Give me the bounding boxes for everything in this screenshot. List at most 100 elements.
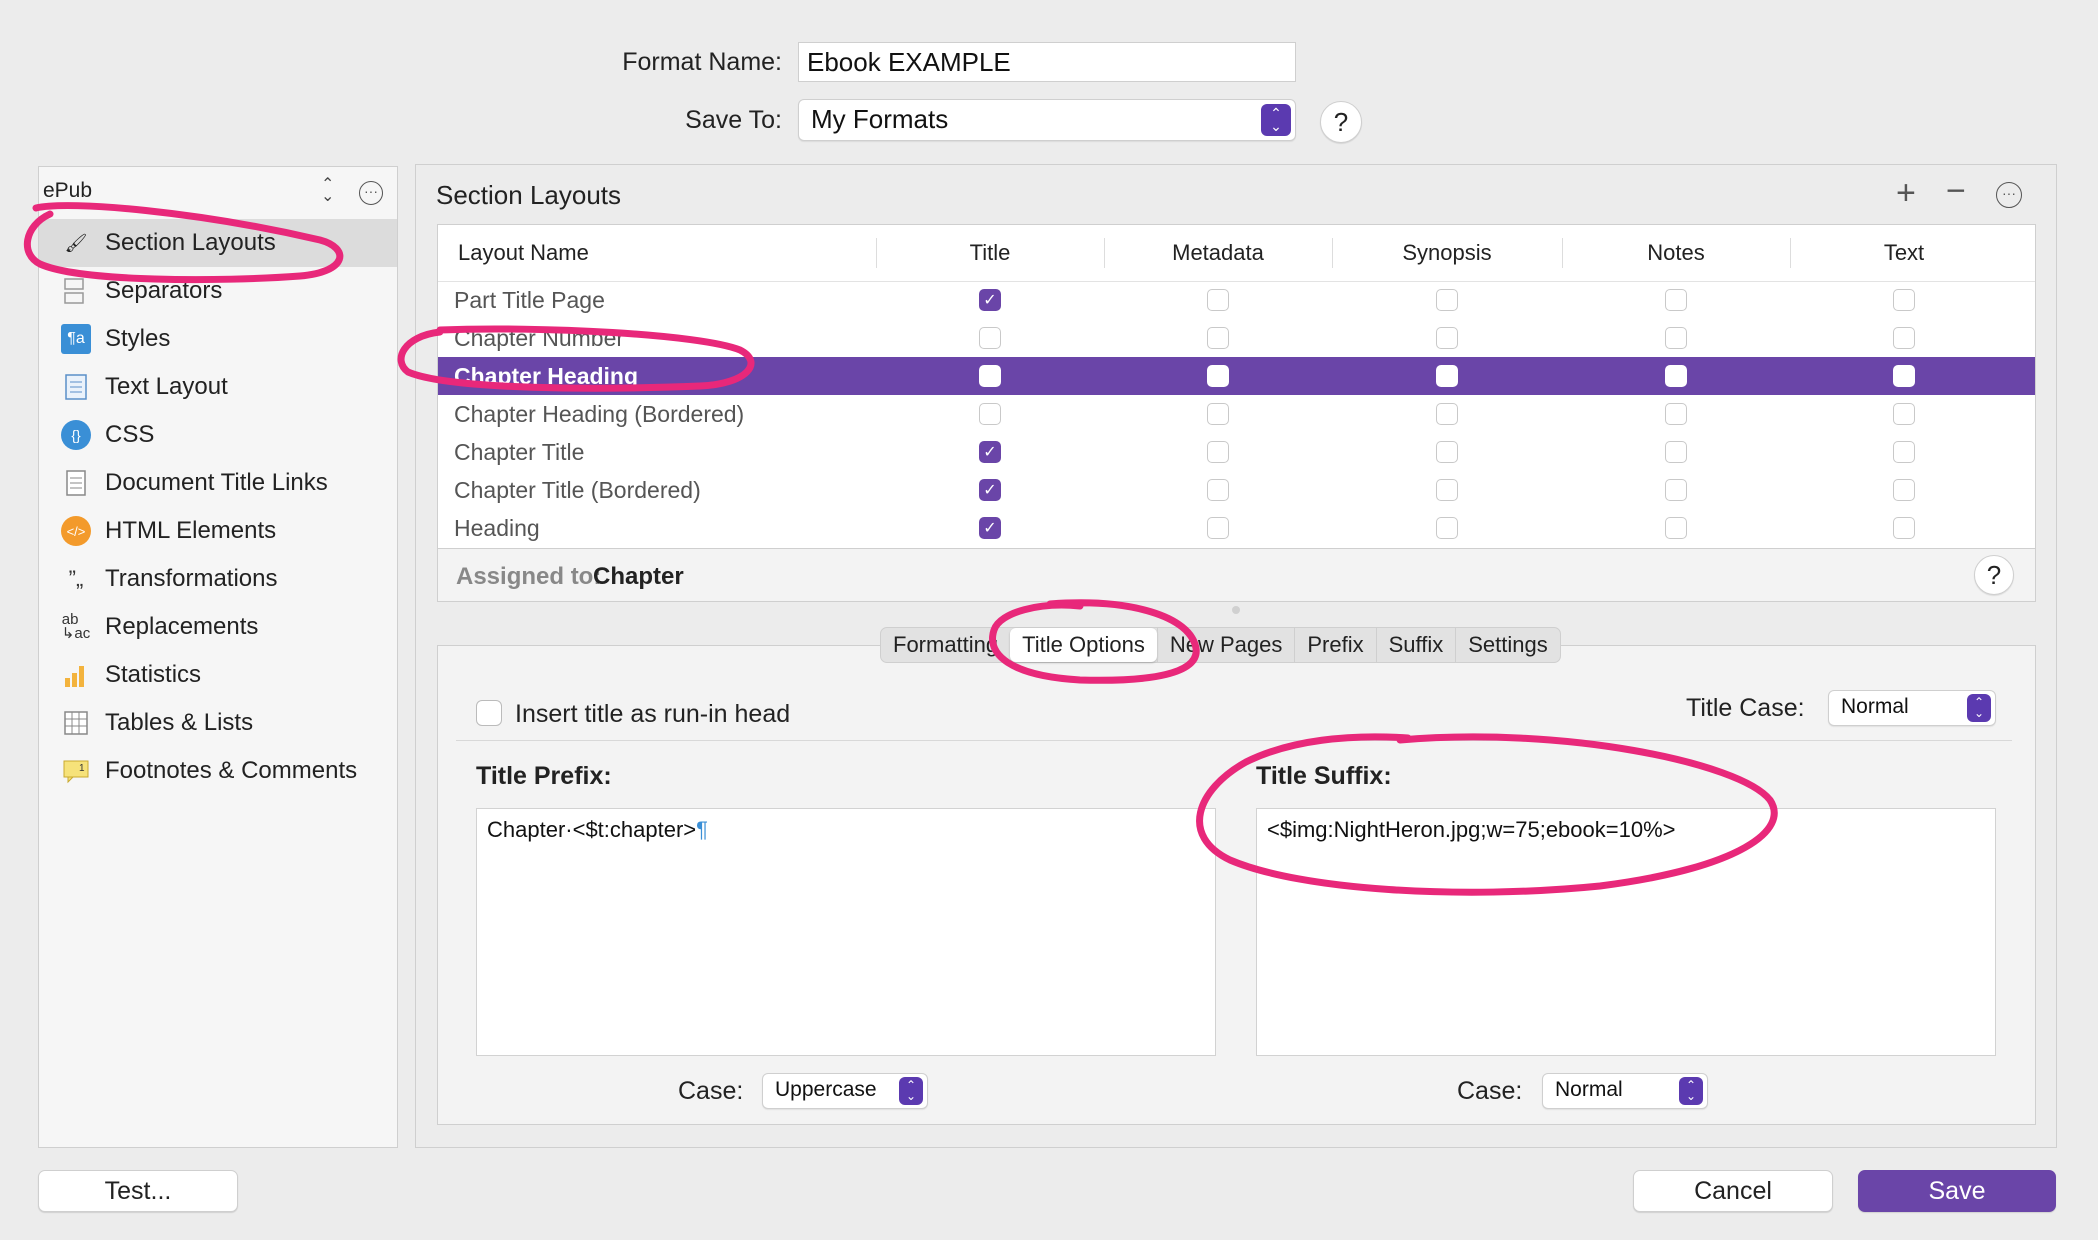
row-checkbox[interactable] [1665,365,1687,387]
save-to-popup[interactable]: My Formats ⌃ ⌄ [798,99,1296,141]
row-checkbox[interactable] [1665,517,1687,539]
row-checkbox[interactable]: ✓ [979,517,1001,539]
row-checkbox[interactable] [1207,479,1229,501]
remove-icon[interactable]: − [1946,172,1966,211]
column-header-text[interactable]: Text [1790,225,2018,281]
tab-prefix[interactable]: Prefix [1294,628,1375,662]
format-dialog: Format Name: Ebook EXAMPLE Save To: My F… [0,0,2098,1240]
row-checkbox[interactable] [1207,289,1229,311]
row-checkbox[interactable] [979,327,1001,349]
sidebar-item-replacements[interactable]: ab ↳ac Replacements [39,603,397,651]
css-icon: {} [61,420,91,450]
row-checkbox[interactable] [1436,403,1458,425]
sidebar-item-label: Replacements [105,613,259,640]
row-checkbox[interactable] [1207,441,1229,463]
table-row[interactable]: Part Title Page ✓ [438,281,2035,319]
sidebar-item-footnotes-comments[interactable]: 1 Footnotes & Comments [39,747,397,795]
table-row[interactable]: Chapter Heading (Bordered) [438,395,2035,433]
sidebar-item-label: Tables & Lists [105,709,254,736]
help-button[interactable]: ? [1320,101,1362,143]
row-checkbox[interactable] [1893,365,1915,387]
sidebar-item-html-elements[interactable]: </> HTML Elements [39,507,397,555]
row-checkbox[interactable] [1436,327,1458,349]
sidebar-item-css[interactable]: {} CSS [39,411,397,459]
row-checkbox[interactable] [1436,517,1458,539]
row-checkbox[interactable] [1893,441,1915,463]
layout-name: Chapter Number [454,325,625,351]
prefix-case-popup[interactable]: Uppercase ⌃ ⌄ [762,1073,928,1109]
sidebar-item-document-title-links[interactable]: Document Title Links [39,459,397,507]
row-checkbox[interactable] [1436,365,1458,387]
sidebar-item-section-layouts[interactable]: 🖌 Section Layouts [39,219,397,267]
format-selector[interactable]: ePub [43,179,343,209]
tab-new-pages[interactable]: New Pages [1156,628,1295,662]
row-checkbox[interactable] [1436,441,1458,463]
format-name-field[interactable]: Ebook EXAMPLE [798,42,1296,82]
column-divider [876,238,877,268]
run-in-checkbox[interactable] [476,700,502,726]
row-checkbox[interactable] [1893,289,1915,311]
sidebar-item-label: Separators [105,277,223,304]
layout-name: Part Title Page [454,287,605,313]
column-header-notes[interactable]: Notes [1562,225,1790,281]
table-row[interactable]: Chapter Heading [438,357,2035,395]
tab-settings[interactable]: Settings [1455,628,1560,662]
row-checkbox[interactable]: ✓ [979,441,1001,463]
row-checkbox[interactable] [1893,479,1915,501]
brush-icon: 🖌 [64,232,88,253]
row-checkbox[interactable] [1665,403,1687,425]
sidebar-item-styles[interactable]: ¶a Styles [39,315,397,363]
table-row[interactable]: Heading ✓ [438,509,2035,547]
row-checkbox[interactable]: ✓ [979,289,1001,311]
column-header-metadata[interactable]: Metadata [1104,225,1332,281]
row-checkbox[interactable] [979,365,1001,387]
test-button[interactable]: Test... [38,1170,238,1212]
row-checkbox[interactable] [1436,479,1458,501]
sidebar-item-label: HTML Elements [105,517,277,544]
layouts-table: Layout Name Title Metadata Synopsis Note… [437,224,2036,602]
suffix-case-popup[interactable]: Normal ⌃ ⌄ [1542,1073,1708,1109]
row-checkbox[interactable] [1207,327,1229,349]
sidebar-item-separators[interactable]: Separators [39,267,397,315]
row-checkbox[interactable] [1207,517,1229,539]
row-checkbox[interactable] [1665,479,1687,501]
tab-title-options[interactable]: Title Options [1010,628,1157,662]
column-header-title[interactable]: Title [876,225,1104,281]
table-icon [61,708,91,738]
title-prefix-textarea[interactable]: Chapter·<$t:chapter>¶ [476,808,1216,1056]
assigned-help-button[interactable]: ? [1974,555,2014,595]
footnote-icon: 1 [61,756,91,786]
table-row[interactable]: Chapter Title (Bordered) ✓ [438,471,2035,509]
sidebar-item-text-layout[interactable]: Text Layout [39,363,397,411]
table-row[interactable]: Chapter Number [438,319,2035,357]
more-options-icon[interactable]: ··· [1996,182,2022,208]
row-checkbox[interactable] [1893,517,1915,539]
row-checkbox[interactable] [1207,403,1229,425]
tab-formatting[interactable]: Formatting [881,628,1010,662]
sidebar-item-statistics[interactable]: Statistics [39,651,397,699]
sidebar-item-tables-lists[interactable]: Tables & Lists [39,699,397,747]
sidebar-item-transformations[interactable]: ”„ Transformations [39,555,397,603]
column-header-synopsis[interactable]: Synopsis [1332,225,1562,281]
title-suffix-textarea[interactable]: <$img:NightHeron.jpg;w=75;ebook=10%> [1256,808,1996,1056]
row-checkbox[interactable] [1893,403,1915,425]
split-handle[interactable] [1232,606,1240,614]
save-button[interactable]: Save [1858,1170,2056,1212]
chevron-updown-icon[interactable]: ⌃ ⌄ [321,177,334,205]
table-row[interactable]: Chapter Title ✓ [438,433,2035,471]
save-to-label: Save To: [685,106,782,134]
row-checkbox[interactable] [1665,441,1687,463]
tab-suffix[interactable]: Suffix [1375,628,1456,662]
row-checkbox[interactable] [1893,327,1915,349]
column-header-layout-name[interactable]: Layout Name [458,225,589,281]
row-checkbox[interactable] [1665,289,1687,311]
row-checkbox[interactable] [1436,289,1458,311]
row-checkbox[interactable] [1665,327,1687,349]
row-checkbox[interactable]: ✓ [979,479,1001,501]
more-options-icon[interactable]: ··· [359,181,383,205]
row-checkbox[interactable] [979,403,1001,425]
title-case-popup[interactable]: Normal ⌃ ⌄ [1828,690,1996,726]
row-checkbox[interactable] [1207,365,1229,387]
cancel-button[interactable]: Cancel [1633,1170,1833,1212]
add-icon[interactable]: + [1896,174,1916,213]
